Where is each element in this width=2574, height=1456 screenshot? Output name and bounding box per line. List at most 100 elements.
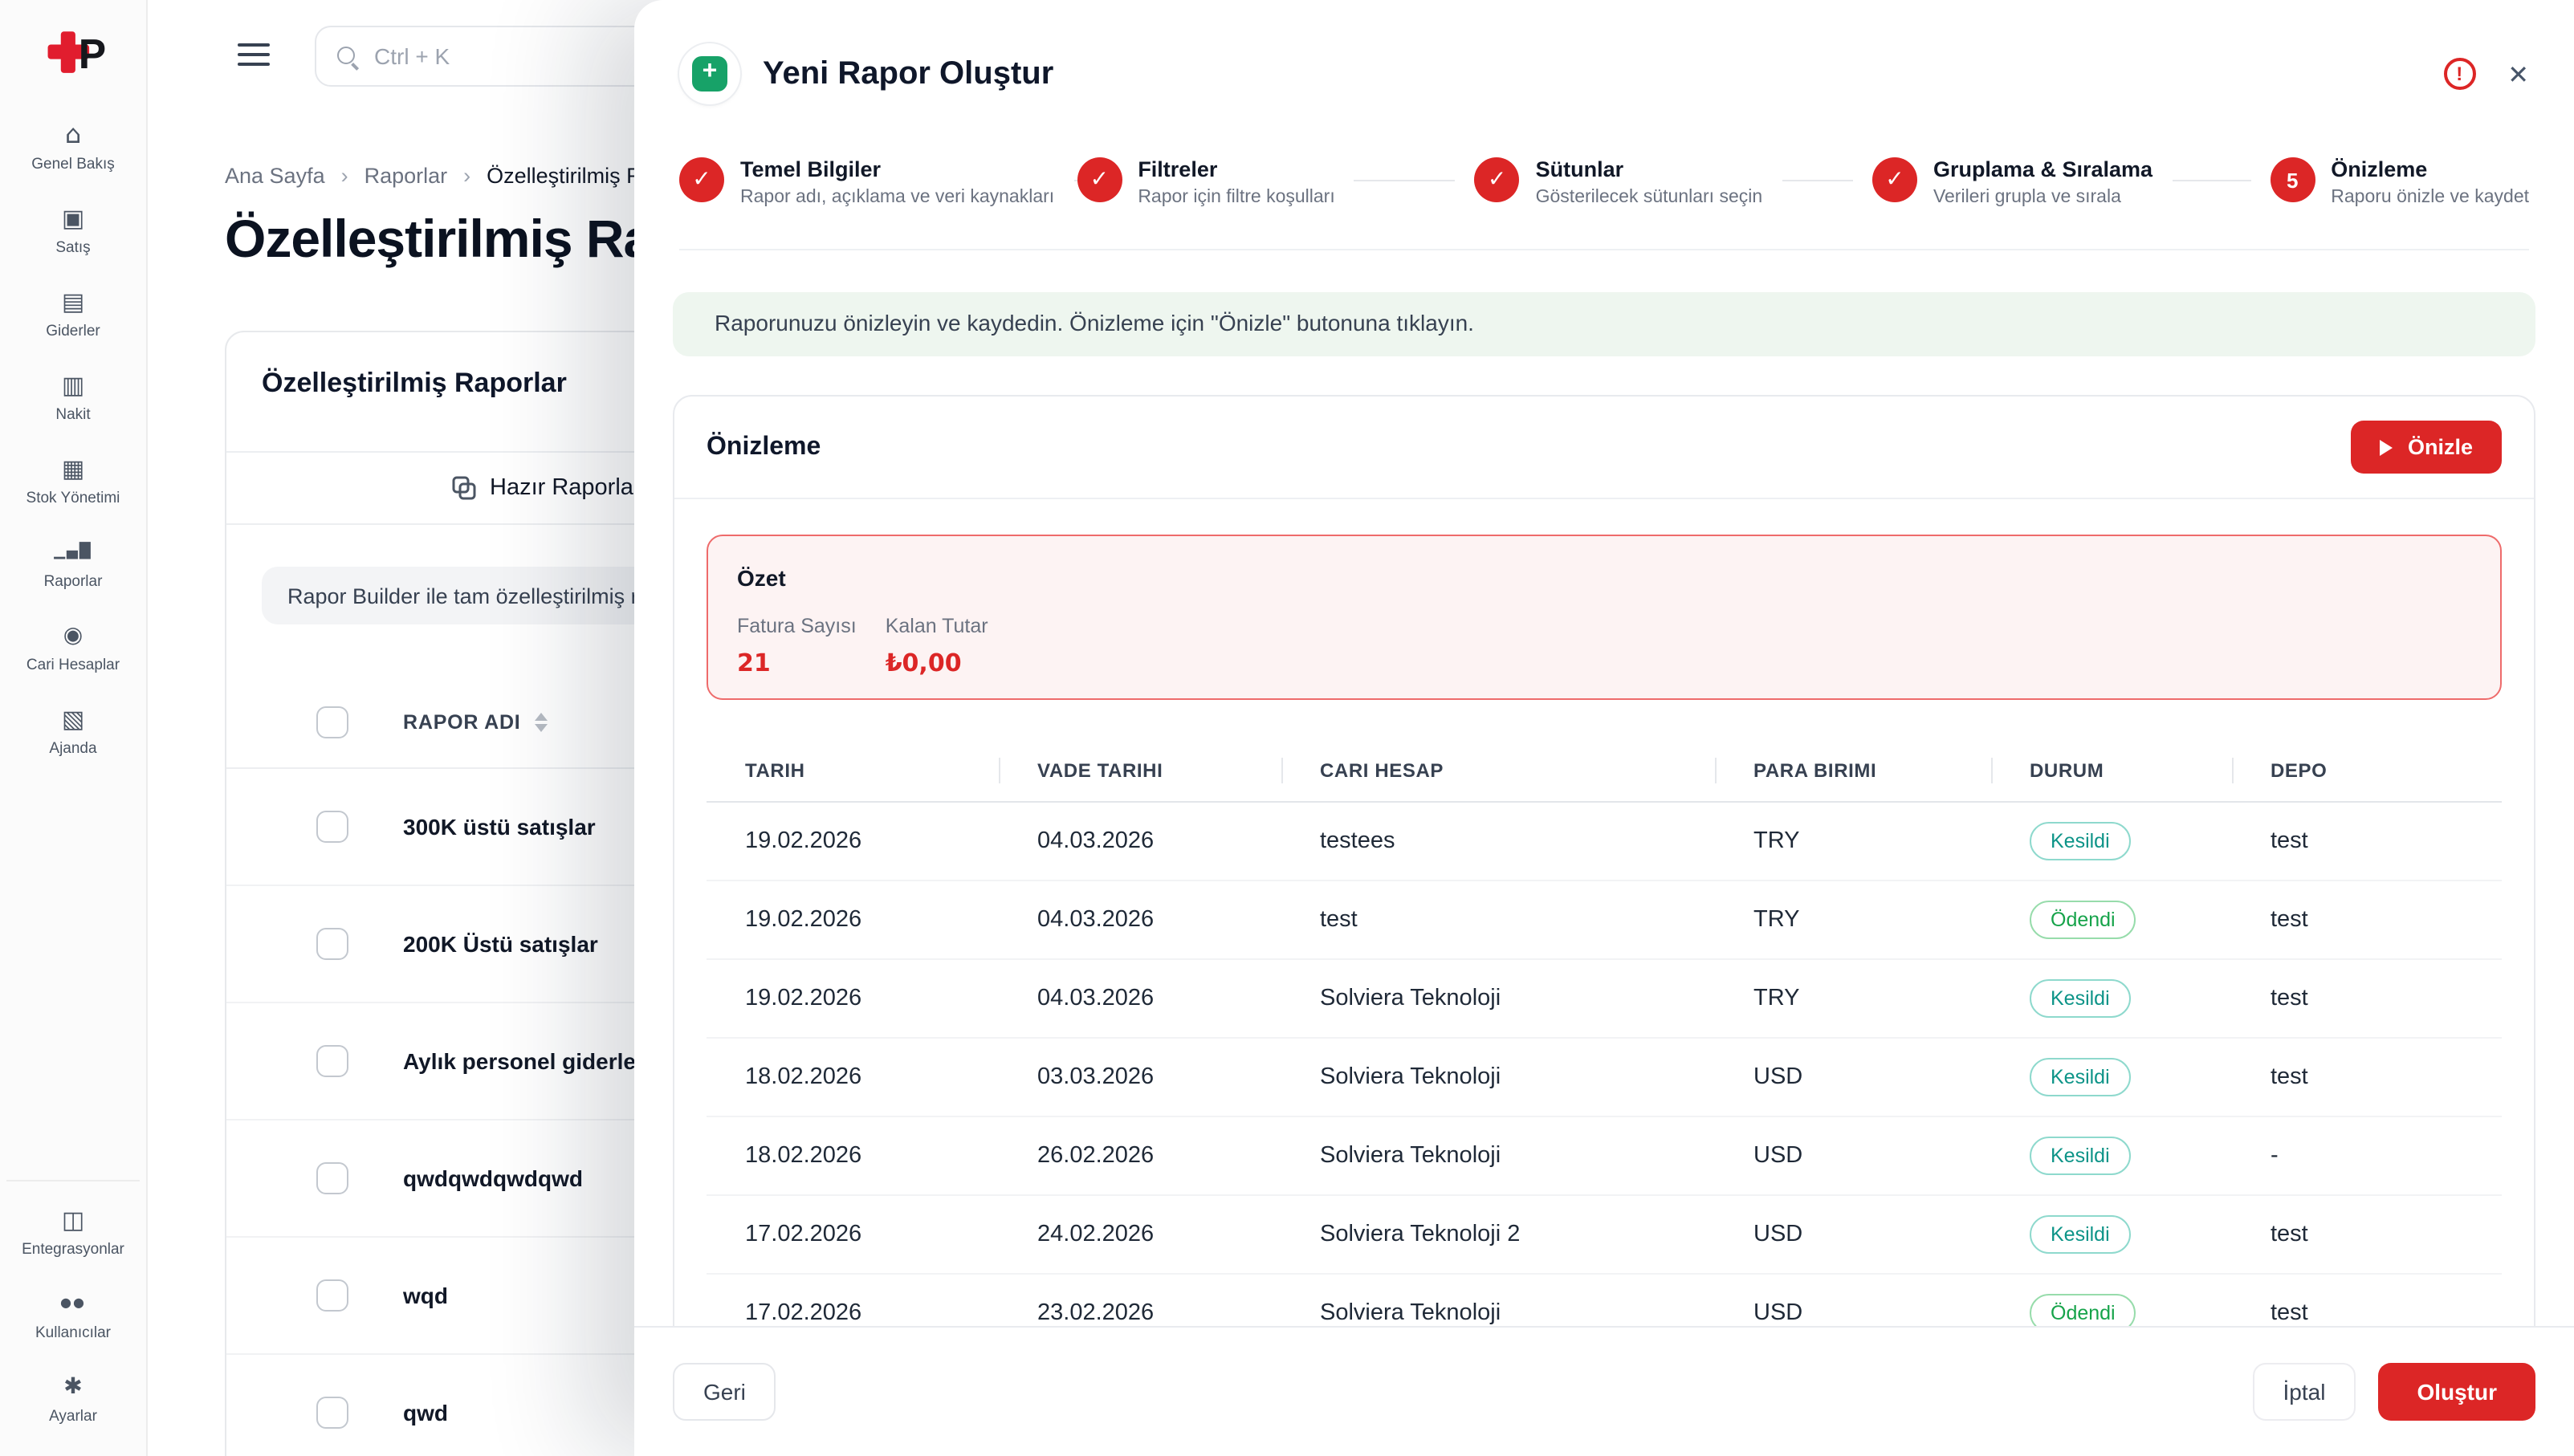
column-header: TARIH [707,738,999,801]
breadcrumb-item[interactable]: Raporlar [325,164,448,188]
cell-durum: Kesildi [1991,1039,2232,1116]
sidebar-item[interactable]: Entegrasyonlar [6,1198,140,1267]
cancel-button[interactable]: İptal [2253,1363,2356,1421]
stepper-step[interactable]: 3 Sütunlar Gösterilecek sütunları seçin [1475,157,1872,207]
sales-icon [59,204,88,233]
sidebar-item[interactable]: Genel Bakış [6,112,140,181]
column-header: DEPO [2232,738,2502,801]
stepper-step[interactable]: 5 Önizleme Raporu önizle ve kaydet [2270,157,2529,207]
footer-actions: İptal Oluştur [2253,1363,2536,1421]
step-status: 2 [1077,157,1122,202]
sidebar-item-label: Satış [55,239,90,257]
sidebar-item[interactable]: Kullanıcılar [6,1281,140,1350]
modal-header: Yeni Rapor Oluştur 1 Temel Bilgiler [634,0,2574,250]
stat-value: ₺0,00 [886,649,988,677]
preview-table: TARIH VADE TARIHI CARI HESAP PARA BIRIMI… [707,738,2502,1326]
check-icon [1488,167,1506,193]
cell-vade-tarihi: 04.03.2026 [999,881,1281,958]
sidebar-item[interactable]: Stok Yönetimi [6,446,140,515]
warning-icon[interactable] [2443,58,2475,90]
close-icon[interactable] [2507,59,2529,89]
app-logo[interactable]: P [39,19,107,87]
integrations-icon [59,1206,88,1234]
step-subtitle: Rapor adı, açıklama ve veri kaynakları [740,188,1054,207]
row-checkbox[interactable] [316,928,348,960]
sidebar-item-label: Cari Hesaplar [26,657,120,674]
step-title: Filtreler [1138,157,1334,181]
sidebar-item[interactable]: Raporlar [6,530,140,599]
preview-card-body: Özet Fatura Sayısı 21 Kalan Tutar [674,499,2534,1326]
select-all-checkbox[interactable] [316,706,348,738]
cell-durum: Kesildi [1991,803,2232,880]
sidebar-item[interactable]: Giderler [6,279,140,348]
sidebar-item-label: Raporlar [44,573,103,591]
preview-button[interactable]: Önizle [2352,421,2502,474]
search-icon [336,44,360,68]
stock-icon [59,454,88,483]
tab-label: Hazır Raporlar [490,475,641,501]
step-status: 4 [1872,157,1917,202]
step-status: 5 [2270,157,2315,202]
status-badge: Ödendi [2030,1293,2136,1326]
row-checkbox[interactable] [316,811,348,843]
settings-icon [59,1373,88,1401]
status-badge: Kesildi [2030,1136,2131,1176]
step-title: Sütunlar [1536,157,1763,181]
cell-para-birimi: USD [1715,1039,1991,1116]
column-rapor-adi: RAPOR ADI [403,710,521,733]
sort-icon[interactable] [536,712,548,731]
cell-vade-tarihi: 23.02.2026 [999,1275,1281,1326]
modal-body: Raporunuzu önizleyin ve kaydedin. Önizle… [634,250,2574,1326]
stepper: 1 Temel Bilgiler Rapor adı, açıklama ve … [679,157,2529,250]
sidebar-item[interactable]: Satış [6,196,140,265]
summary-stat: Fatura Sayısı 21 [737,615,857,677]
tab-hazir-raporlar[interactable]: Hazır Raporlar [451,475,641,501]
overview-icon [59,120,88,149]
row-checkbox[interactable] [316,1162,348,1194]
create-button[interactable]: Oluştur [2378,1363,2535,1421]
cell-depo: - [2232,1117,2502,1194]
cell-para-birimi: TRY [1715,960,1991,1037]
cell-durum: Kesildi [1991,960,2232,1037]
step-text: Temel Bilgiler Rapor adı, açıklama ve ve… [740,157,1054,207]
cell-tarih: 18.02.2026 [707,1117,999,1194]
cell-cari-hesap: testees [1281,803,1715,880]
menu-icon[interactable] [238,43,270,66]
cell-durum: Ödendi [1991,1275,2232,1326]
stepper-step[interactable]: 1 Temel Bilgiler Rapor adı, açıklama ve … [679,157,1077,207]
back-button[interactable]: Geri [673,1363,776,1421]
stat-label: Kalan Tutar [886,615,988,637]
step-subtitle: Verileri grupla ve sırala [1933,188,2152,207]
sidebar-bottom-nav: Entegrasyonlar Kullanıcılar Ayarlar [6,1180,140,1434]
breadcrumb-item[interactable]: Ana Sayfa [225,164,325,188]
row-checkbox[interactable] [316,1045,348,1077]
sidebar-item[interactable]: Ayarlar [6,1364,140,1434]
summary-box: Özet Fatura Sayısı 21 Kalan Tutar [707,535,2502,700]
cell-para-birimi: TRY [1715,803,1991,880]
column-header: DURUM [1991,738,2232,801]
cell-depo: test [2232,1275,2502,1326]
sidebar-item[interactable]: Ajanda [6,697,140,766]
sidebar: P Genel Bakış Satış Giderler [0,0,148,1456]
column-header: VADE TARIHI [999,738,1281,801]
cell-vade-tarihi: 03.03.2026 [999,1039,1281,1116]
step-status: 3 [1475,157,1520,202]
stepper-step[interactable]: 4 Gruplama & Sıralama Verileri grupla ve… [1872,157,2270,207]
sidebar-nav: Genel Bakış Satış Giderler Nakit [6,112,140,766]
summary-stats: Fatura Sayısı 21 Kalan Tutar ₺0,00 [737,615,2471,677]
step-subtitle: Gösterilecek sütunları seçin [1536,188,1763,207]
table-row: 18.02.2026 26.02.2026 Solviera Teknoloji… [707,1117,2502,1196]
preview-card-header: Önizleme Önizle [674,397,2534,499]
row-checkbox[interactable] [316,1279,348,1312]
cell-tarih: 19.02.2026 [707,881,999,958]
row-checkbox[interactable] [316,1397,348,1429]
step-connector [1354,180,1456,181]
stat-value: 21 [737,649,857,677]
play-icon [2381,439,2393,455]
summary-stat: Kalan Tutar ₺0,00 [886,615,988,677]
preview-card: Önizleme Önizle Özet Fatura Sayısı [673,395,2535,1326]
sidebar-item[interactable]: Cari Hesaplar [6,613,140,682]
stepper-step[interactable]: 2 Filtreler Rapor için filtre koşulları [1077,157,1474,207]
cell-tarih: 18.02.2026 [707,1039,999,1116]
sidebar-item[interactable]: Nakit [6,363,140,432]
